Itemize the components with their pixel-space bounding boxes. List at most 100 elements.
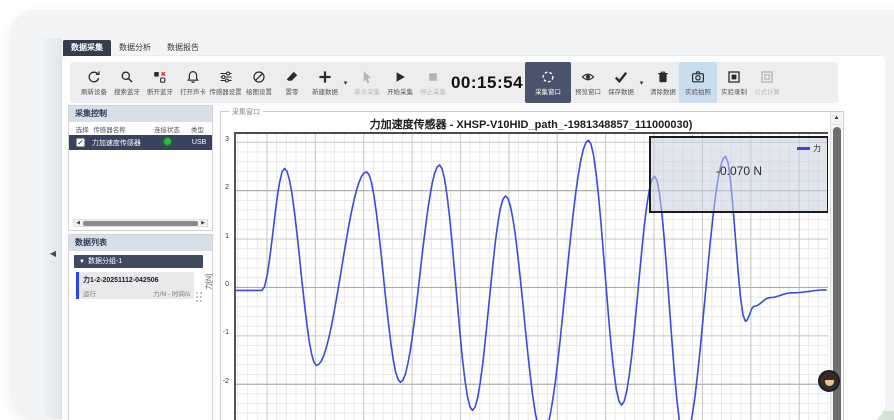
toolbar-button-label: 打开声卡 (180, 87, 206, 96)
camera-icon (691, 69, 705, 85)
chevron-down-icon: ▼ (79, 259, 85, 265)
toolbar-button-label: 保存数据 (608, 87, 634, 96)
toolbar-button-search-bluetooth[interactable]: 搜索蓝牙 (110, 62, 143, 103)
scroll-right-icon[interactable]: ▶ (199, 219, 207, 227)
y-tick-label: 2 (207, 184, 229, 191)
toolbar-button-label: 断开蓝牙 (147, 87, 173, 96)
sensor-checkbox[interactable]: ✓ (76, 138, 85, 147)
table-header-row: 选择 传感器名称 连接状态 类型 (69, 122, 212, 133)
legend-line-swatch (797, 147, 810, 150)
toolbar: 刷新设备搜索蓝牙断开蓝牙打开声卡传感器设置绘图设置置零新建数据▾单点采集开始采集… (70, 62, 838, 103)
sidebar-rail: ◀ (44, 38, 62, 419)
plot-settings-icon (252, 69, 266, 85)
toolbar-button-preview-window[interactable]: 预览窗口 (571, 62, 604, 103)
plot-area[interactable]: -0.070 N 力 (234, 132, 828, 420)
drag-handle-icon[interactable] (195, 291, 202, 304)
pointer-icon (360, 69, 374, 85)
avatar-hair (824, 375, 835, 380)
toolbar-button-sensor-settings[interactable]: 传感器设置 (209, 62, 242, 103)
eye-icon (581, 69, 595, 85)
dropdown-caret-icon[interactable]: ▾ (341, 62, 350, 103)
toolbar-button-experiment-record[interactable]: 实验录制 (717, 62, 750, 103)
toolbar-items: 刷新设备搜索蓝牙断开蓝牙打开声卡传感器设置绘图设置置零新建数据▾单点采集开始采集… (77, 62, 783, 103)
data-list-item[interactable]: 力1-2-20251112-042506 运行 力/N - 时间/s (76, 272, 194, 299)
bell-icon (186, 69, 200, 85)
eraser-icon (285, 69, 299, 85)
col-status: 连接状态 (149, 124, 185, 134)
data-group-row[interactable]: ▼数据分组-1 (74, 255, 203, 268)
data-item-title: 力1-2-20251112-042506 (83, 275, 190, 285)
chart-title: 力加速度传感器 - XHSP-V10HID_path_-1981348857_1… (234, 116, 828, 132)
page-background: ◀ 数据采集数据分析数据报告 刷新设备搜索蓝牙断开蓝牙打开声卡传感器设置绘图设置… (0, 0, 894, 420)
sensor-icon (219, 69, 233, 85)
tab-数据分析[interactable]: 数据分析 (111, 40, 159, 56)
y-tick-label: -2 (207, 378, 229, 385)
col-select: 选择 (71, 124, 93, 134)
data-group-label: 数据分组-1 (88, 258, 122, 265)
data-list-header: 数据列表 (69, 235, 212, 251)
toolbar-button-label: 预览窗口 (575, 87, 601, 96)
toolbar-button-label: 实验拍照 (685, 87, 711, 96)
toolbar-button-open-sound[interactable]: 打开声卡 (176, 62, 209, 103)
toolbar-button-label: 公式计算 (754, 87, 780, 96)
toolbar-button-label: 实验录制 (721, 87, 747, 96)
toolbar-button-formula-calc[interactable]: 公式计算 (750, 62, 783, 103)
col-type: 类型 (185, 124, 210, 134)
toolbar-button-point-capture[interactable]: 单点采集 (350, 62, 383, 103)
tab-数据采集[interactable]: 数据采集 (63, 40, 111, 56)
horizontal-scrollbar[interactable]: ◀ ▶ (73, 219, 208, 227)
sidebar-collapse-toggle[interactable]: ◀ (46, 248, 60, 260)
data-item-status: 运行 (83, 288, 96, 298)
toolbar-button-refresh-device[interactable]: 刷新设备 (77, 62, 110, 103)
toolbar-button-set-zero[interactable]: 置零 (275, 62, 308, 103)
legend: 力 (797, 143, 821, 154)
trash-icon (656, 69, 670, 85)
toolbar-button-label: 刷新设备 (81, 87, 107, 96)
toolbar-button-save-data[interactable]: 保存数据 (604, 62, 637, 103)
y-tick-label: 0 (207, 281, 229, 288)
scrollbar-thumb[interactable] (83, 221, 198, 226)
toolbar-button-label: 停止采集 (420, 87, 446, 96)
toolbar-button-clear-data[interactable]: 清除数据 (646, 62, 679, 103)
toolbar-button-label: 新建数据 (312, 87, 338, 96)
collection-control-header: 采集控制 (69, 106, 212, 122)
col-name: 传感器名称 (93, 124, 149, 134)
toolbar-button-label: 清除数据 (650, 87, 676, 96)
data-list-panel: 数据列表 ▼数据分组-1 力1-2-20251112-042506 运行 力/N… (68, 234, 213, 420)
toolbar-button-label: 置零 (285, 87, 298, 96)
toolbar-button-disconnect-bluetooth[interactable]: 断开蓝牙 (143, 62, 176, 103)
toolbar-button-experiment-photo[interactable]: 实验拍照 (679, 62, 717, 103)
collection-control-panel: 采集控制 选择 传感器名称 连接状态 类型 ✓ 力加速度传感器 USB ◀ ▶ (68, 105, 213, 231)
toolbar-button-plot-settings[interactable]: 绘图设置 (242, 62, 275, 103)
toolbar-button-start-capture[interactable]: 开始采集 (383, 62, 416, 103)
search-icon (120, 69, 134, 85)
data-item-axes: 力/N - 时间/s (153, 288, 190, 298)
refresh-icon (87, 69, 101, 85)
formula-icon (760, 69, 774, 85)
toolbar-button-label: 搜索蓝牙 (114, 87, 140, 96)
legend-label: 力 (813, 143, 821, 154)
scroll-up-icon[interactable]: ▲ (831, 112, 842, 125)
capture-window-groupbox: 采集窗口 力加速度传感器 - XHSP-V10HID_path_-1981348… (220, 111, 844, 420)
toolbar-button-label: 开始采集 (387, 87, 413, 96)
sensor-table-row[interactable]: ✓ 力加速度传感器 USB (69, 135, 212, 150)
stop-icon (426, 69, 440, 85)
toolbar-button-capture-window[interactable]: 采集窗口 (525, 62, 571, 103)
y-axis-ticks (234, 134, 236, 420)
record-icon (727, 69, 741, 85)
toolbar-button-stop-capture[interactable]: 停止采集 (416, 62, 449, 103)
tab-bar: 数据采集数据分析数据报告 (63, 40, 207, 56)
y-tick-label: 3 (207, 136, 229, 143)
tab-数据报告[interactable]: 数据报告 (159, 40, 207, 56)
y-tick-label: 1 (207, 233, 229, 240)
toolbar-button-label: 采集窗口 (535, 87, 561, 96)
plus-icon (318, 69, 332, 85)
toolbar-button-label: 传感器设置 (209, 87, 241, 96)
dashed-circle-icon (541, 69, 555, 85)
scroll-left-icon[interactable]: ◀ (74, 219, 82, 227)
dropdown-caret-icon[interactable]: ▾ (637, 62, 646, 103)
toolbar-button-new-data[interactable]: 新建数据 (308, 62, 341, 103)
y-tick-label: -1 (207, 329, 229, 336)
avatar-floating-button[interactable] (818, 370, 840, 392)
bt-disconnect-icon (153, 69, 167, 85)
